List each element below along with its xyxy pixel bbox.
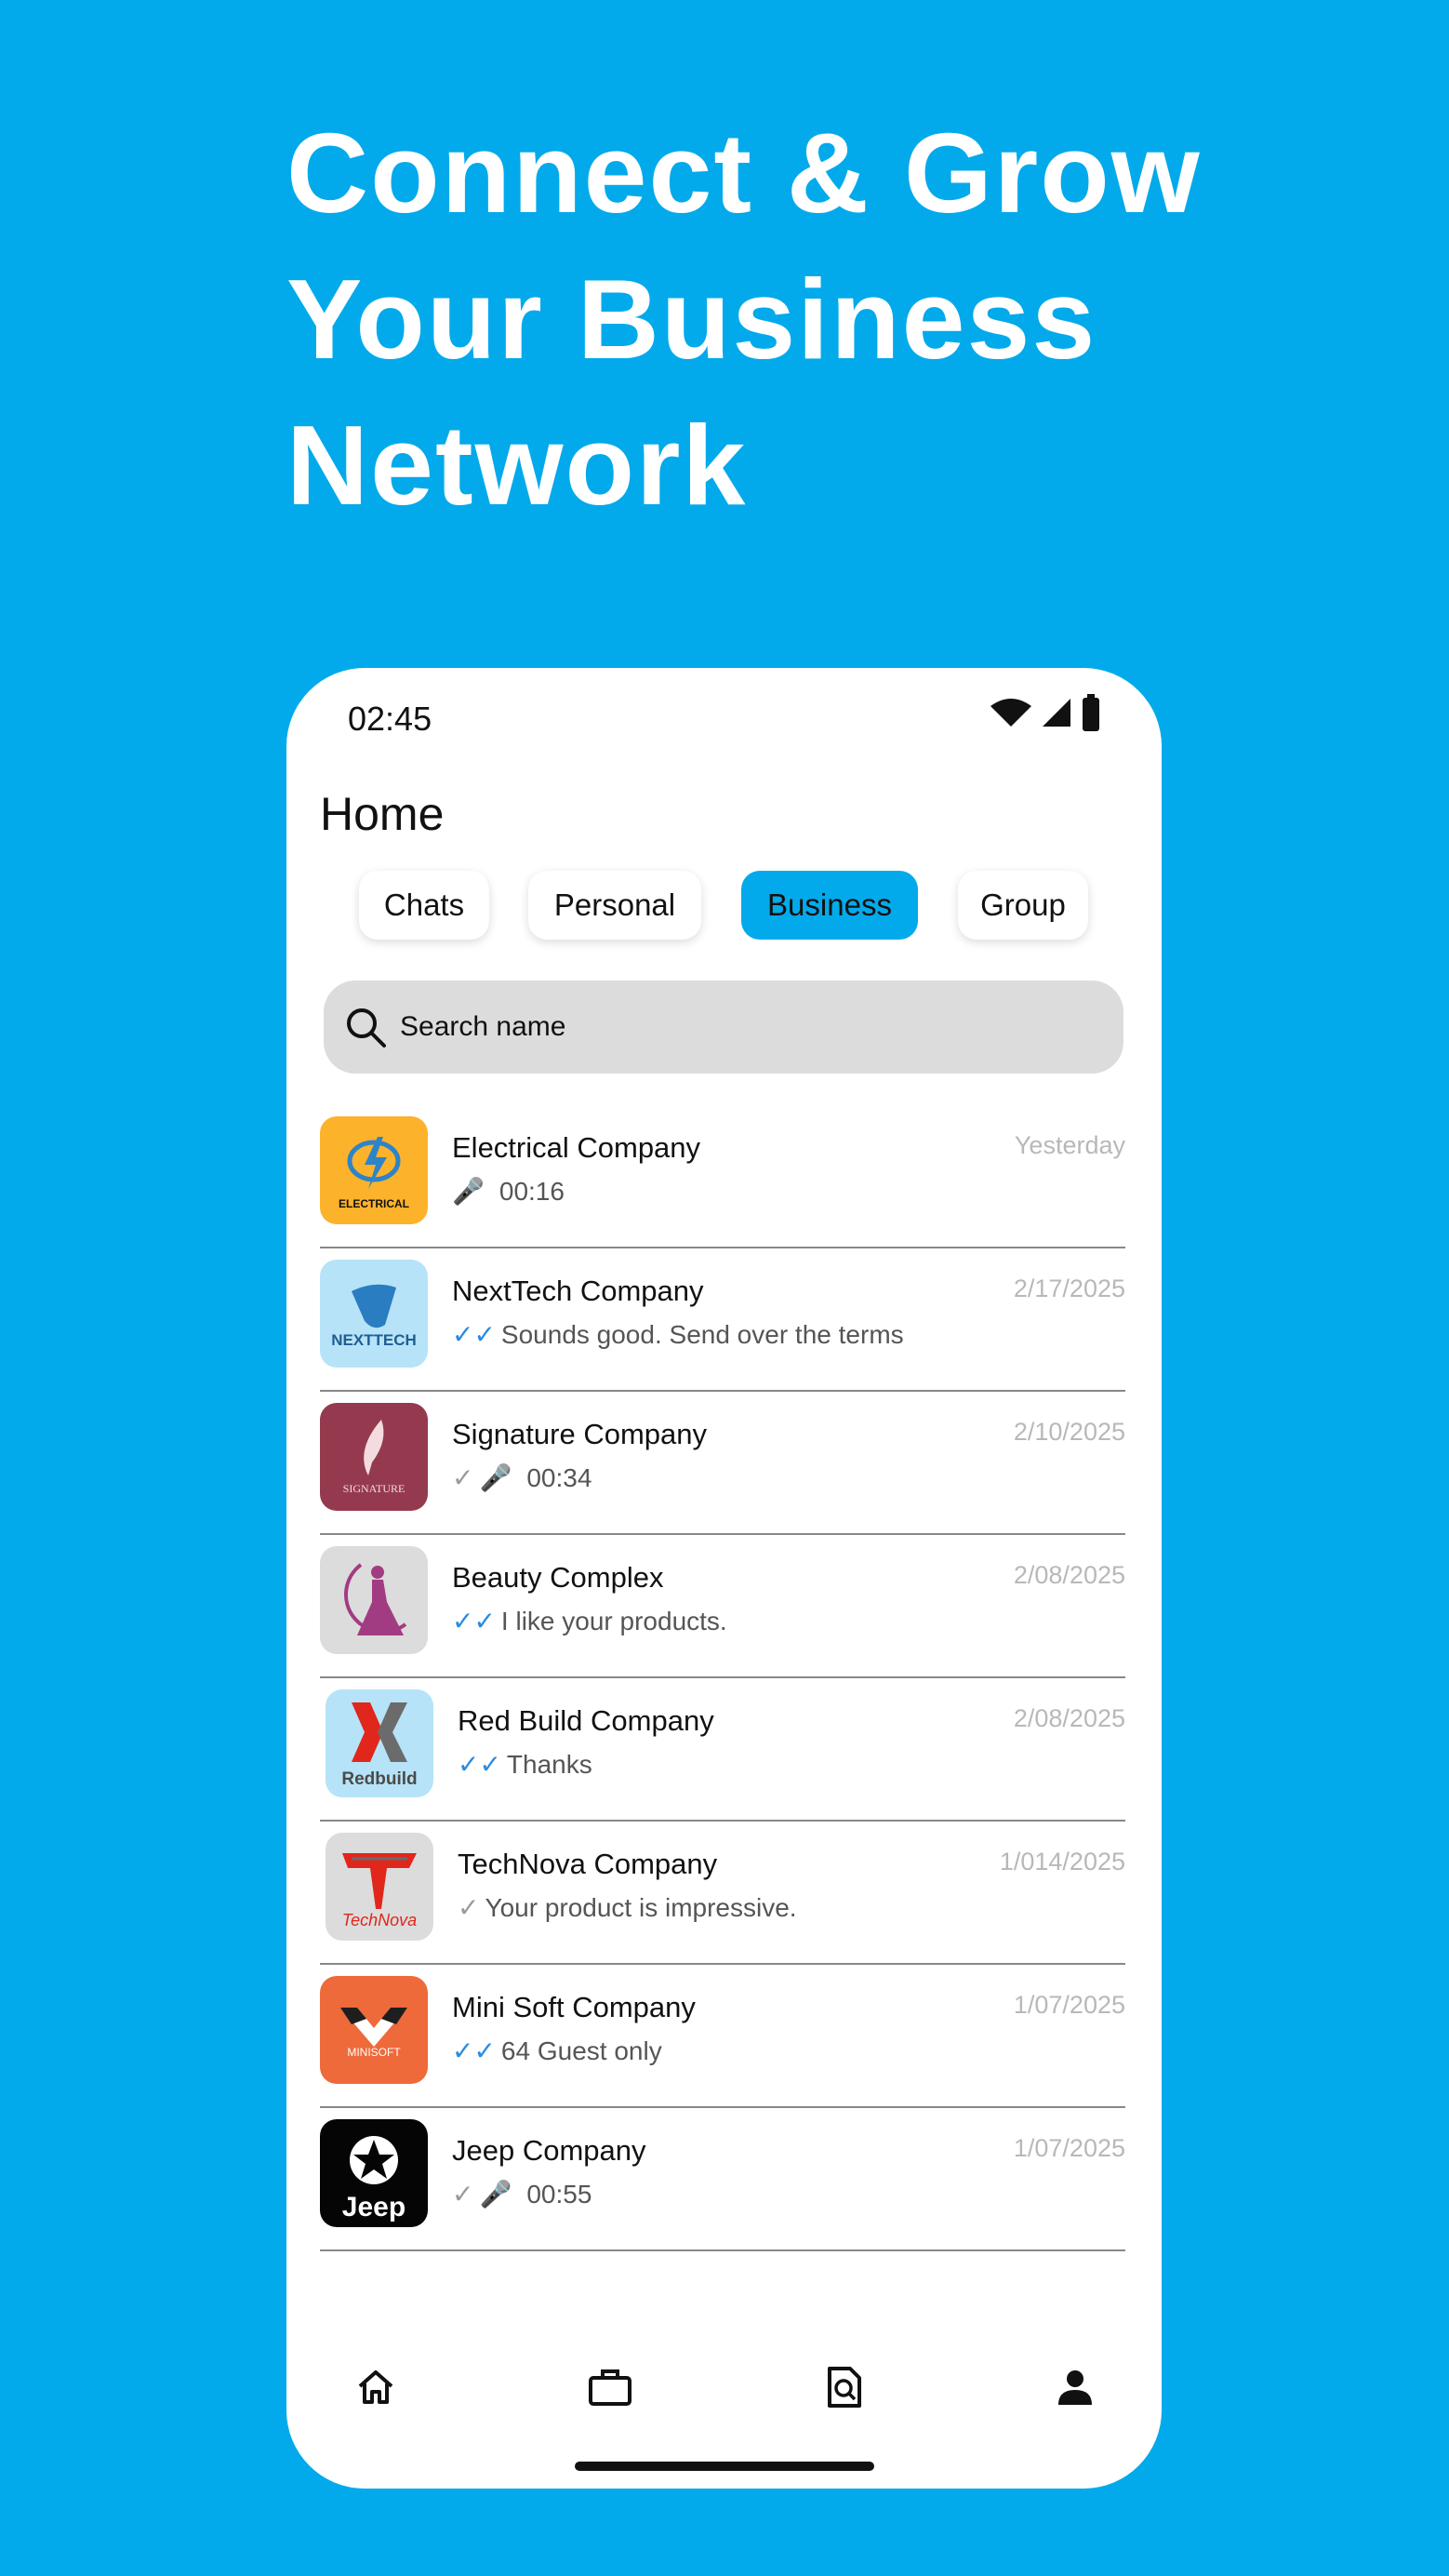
chat-preview: 🎤 00:16 <box>452 1176 565 1207</box>
last-message: I like your products. <box>500 1606 727 1635</box>
signal-icon <box>1043 699 1070 727</box>
nav-search-documents[interactable] <box>817 2359 872 2415</box>
tab-business[interactable]: Business <box>741 871 918 940</box>
avatar-redbuild: Redbuild <box>326 1689 433 1797</box>
voice-duration: 00:16 <box>499 1176 565 1206</box>
chat-row-mini-soft-company[interactable]: MINISOFT Mini Soft Company ✓✓ 64 Guest o… <box>320 1965 1125 2108</box>
headline-line-3: Network <box>286 402 748 528</box>
double-check-icon: ✓✓ <box>452 1320 496 1349</box>
avatar-logo-text: NEXTTECH <box>331 1331 417 1349</box>
chat-row-red-build-company[interactable]: Redbuild Red Build Company ✓✓ Thanks 2/0… <box>320 1678 1125 1822</box>
chat-row-signature-company[interactable]: SIGNATURE Signature Company ✓ 🎤 00:34 2/… <box>320 1392 1125 1535</box>
chat-name: Beauty Complex <box>452 1561 664 1594</box>
nav-home[interactable] <box>348 2359 404 2415</box>
search-input[interactable] <box>398 1010 1053 1044</box>
chat-preview: ✓ 🎤 00:55 <box>452 2179 592 2209</box>
avatar-logo-text: ELECTRICAL <box>339 1197 409 1210</box>
avatar-jeep: Jeep <box>320 2119 428 2227</box>
chat-preview: ✓✓ Thanks <box>458 1749 592 1780</box>
chat-date: 2/08/2025 <box>1013 1704 1125 1732</box>
status-icons <box>990 694 1100 731</box>
chat-date: 2/10/2025 <box>1013 1418 1125 1446</box>
chat-date: 1/07/2025 <box>1013 1991 1125 2019</box>
chat-name: Jeep Company <box>452 2134 646 2167</box>
last-message: Sounds good. Send over the terms <box>500 1319 904 1349</box>
chat-date: 1/07/2025 <box>1013 2134 1125 2162</box>
check-icon: ✓ <box>452 2180 474 2209</box>
profile-icon <box>1058 2370 1092 2405</box>
avatar-logo-text: TechNova <box>342 1911 417 1929</box>
voice-duration: 00:55 <box>526 2179 592 2209</box>
avatar-signature: SIGNATURE <box>320 1403 428 1511</box>
chat-name: NextTech Company <box>452 1275 704 1307</box>
last-message: Thanks <box>506 1749 592 1779</box>
status-time: 02:45 <box>348 700 432 738</box>
chat-name: Mini Soft Company <box>452 1991 696 2023</box>
chat-preview: ✓✓ Sounds good. Send over the terms <box>452 1319 904 1350</box>
chat-preview: ✓✓ 64 Guest only <box>452 2035 662 2066</box>
chat-date: 2/17/2025 <box>1013 1275 1125 1302</box>
chat-row-jeep-company[interactable]: Jeep Jeep Company ✓ 🎤 00:55 1/07/2025 <box>320 2108 1125 2251</box>
microphone-icon: 🎤 <box>479 1463 512 1492</box>
double-check-icon: ✓✓ <box>458 1750 501 1779</box>
chat-preview: ✓✓ I like your products. <box>452 1606 727 1636</box>
avatar-technova: TechNova <box>326 1833 433 1941</box>
check-icon: ✓ <box>458 1893 480 1922</box>
chat-name: TechNova Company <box>458 1848 718 1880</box>
avatar-logo-text: Redbuild <box>341 1769 417 1789</box>
document-search-icon <box>828 2367 861 2408</box>
briefcase-icon <box>589 2369 631 2406</box>
chat-date: 1/014/2025 <box>999 1848 1125 1875</box>
chat-preview: ✓ Your product is impressive. <box>458 1892 797 1923</box>
bottom-nav <box>286 2359 1162 2434</box>
search-icon <box>347 1008 386 1048</box>
avatar-beauty-complex <box>320 1546 428 1654</box>
headline-line-1: Connect & Grow <box>286 110 1202 236</box>
avatar-nexttech: NEXTTECH <box>320 1260 428 1368</box>
last-message: 64 Guest only <box>500 2035 662 2065</box>
filter-tabs: Chats Personal Business Group <box>286 871 1162 941</box>
double-check-icon: ✓✓ <box>452 2036 496 2065</box>
home-icon <box>358 2370 393 2404</box>
chat-date: Yesterday <box>1014 1131 1125 1159</box>
avatar-minisoft: MINISOFT <box>320 1976 428 2084</box>
chat-row-electrical-company[interactable]: ELECTRICAL Electrical Company 🎤 00:16 Ye… <box>320 1105 1125 1248</box>
wifi-icon <box>990 699 1031 727</box>
chat-row-technova-company[interactable]: TechNova TechNova Company ✓ Your product… <box>320 1822 1125 1965</box>
voice-duration: 00:34 <box>526 1462 592 1492</box>
microphone-icon: 🎤 <box>452 1177 485 1206</box>
double-check-icon: ✓✓ <box>452 1607 496 1635</box>
headline: Connect & Grow Your Business Network <box>286 100 1356 539</box>
tab-chats[interactable]: Chats <box>359 871 489 940</box>
nav-business[interactable] <box>582 2359 638 2415</box>
avatar-logo-text: MINISOFT <box>347 2046 401 2059</box>
page-title: Home <box>320 788 445 840</box>
avatar-logo-text: Jeep <box>342 2192 405 2222</box>
chat-date: 2/08/2025 <box>1013 1561 1125 1589</box>
chat-name: Electrical Company <box>452 1131 701 1164</box>
search-bar <box>324 981 1123 1074</box>
microphone-icon: 🎤 <box>479 2180 512 2209</box>
home-indicator[interactable] <box>575 2462 874 2471</box>
battery-icon <box>1083 694 1099 731</box>
last-message: Your product is impressive. <box>485 1892 797 1922</box>
chat-row-beauty-complex[interactable]: Beauty Complex ✓✓ I like your products. … <box>320 1535 1125 1678</box>
nav-profile[interactable] <box>1047 2359 1103 2415</box>
phone-screen: 02:45 Home Chats Personal Business Group… <box>286 668 1162 2489</box>
tab-personal[interactable]: Personal <box>528 871 701 940</box>
chat-row-nexttech-company[interactable]: NEXTTECH NextTech Company ✓✓ Sounds good… <box>320 1248 1125 1392</box>
avatar-electrical: ELECTRICAL <box>320 1116 428 1224</box>
chat-preview: ✓ 🎤 00:34 <box>452 1462 592 1493</box>
chat-name: Signature Company <box>452 1418 707 1450</box>
tab-group[interactable]: Group <box>958 871 1088 940</box>
check-icon: ✓ <box>452 1463 474 1492</box>
avatar-logo-text: SIGNATURE <box>343 1482 405 1495</box>
chat-name: Red Build Company <box>458 1704 714 1737</box>
headline-line-2: Your Business <box>286 256 1097 382</box>
chat-list: ELECTRICAL Electrical Company 🎤 00:16 Ye… <box>320 1105 1125 2251</box>
